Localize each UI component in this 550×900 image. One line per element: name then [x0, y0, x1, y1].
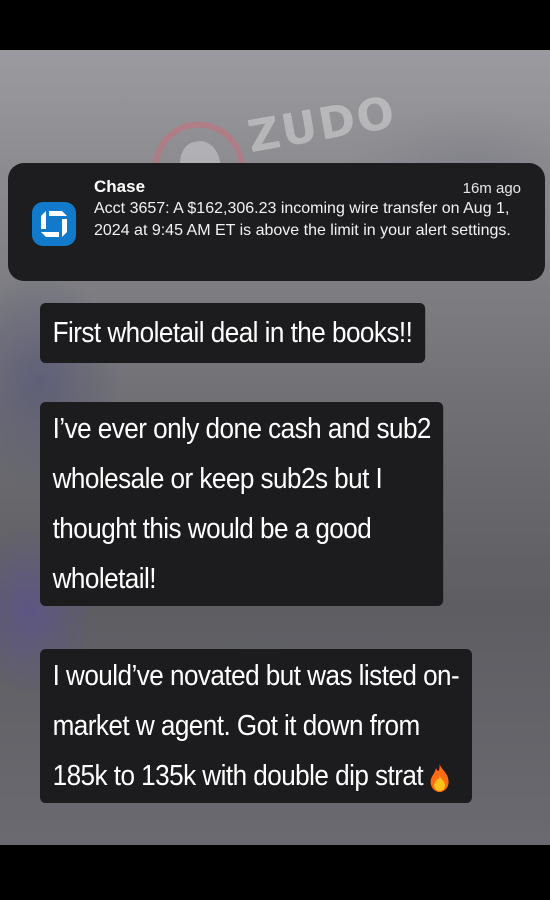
- caption-line-with-emoji: 185k to 135k with double dip strat: [53, 751, 460, 801]
- notification-message: Acct 3657: A $162,306.23 incoming wire t…: [94, 200, 511, 239]
- caption-line: I’ve ever only done cash and sub2: [52, 413, 432, 445]
- fire-emoji-icon: [428, 759, 450, 793]
- bottom-letterbox: [0, 845, 550, 900]
- caption-line-text: 185k to 135k with double dip strat: [52, 760, 424, 792]
- caption-line: I would’ve novated but was listed on-: [52, 660, 460, 692]
- chase-logo-icon: [32, 202, 76, 246]
- caption-line: wholesale or keep sub2s but I: [52, 463, 383, 495]
- caption-line: wholetail!: [52, 563, 157, 595]
- notification-banner[interactable]: Chase 16m ago Acct 3657: A $162,306.23 i…: [8, 163, 545, 281]
- notification-time: 16m ago: [462, 180, 521, 197]
- caption-block-2: I’ve ever only done cash and sub2 wholes…: [40, 402, 444, 606]
- watermark-text: ZUDO: [243, 86, 401, 164]
- caption-block-1: First wholetail deal in the books!!: [40, 303, 425, 363]
- caption-line: thought this would be a good: [52, 513, 372, 545]
- caption-block-3: I would’ve novated but was listed on- ma…: [40, 649, 472, 803]
- caption-line: First wholetail deal in the books!!: [52, 317, 413, 349]
- top-letterbox: [0, 0, 550, 50]
- caption-line: market w agent. Got it down from: [52, 710, 421, 742]
